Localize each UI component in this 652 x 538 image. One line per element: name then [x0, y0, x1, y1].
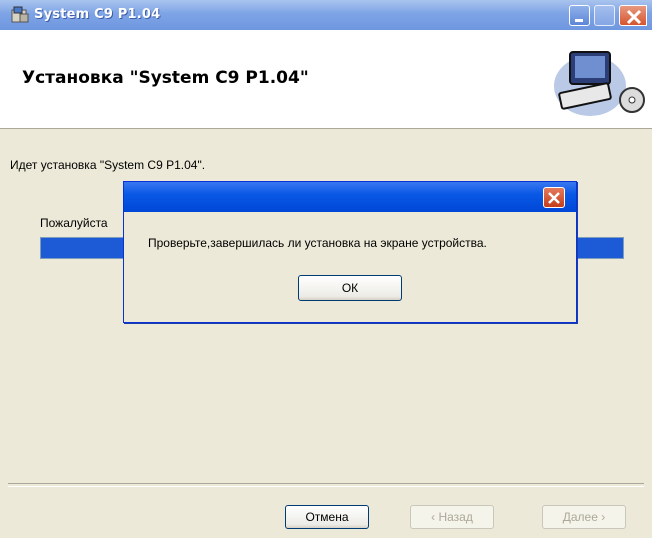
window-close-button[interactable]	[619, 5, 647, 26]
button-separator	[8, 483, 644, 487]
dialog-message: Проверьте,завершилась ли установка на эк…	[148, 236, 487, 250]
maximize-button	[594, 5, 615, 26]
close-icon	[626, 9, 642, 25]
header-banner: Установка "System C9 P1.04"	[0, 30, 652, 129]
installer-app-icon	[10, 6, 30, 24]
dialog-close-button[interactable]	[543, 187, 565, 208]
window-title: System C9 P1.04	[34, 7, 161, 22]
ok-button[interactable]: ОК	[298, 275, 402, 301]
close-icon	[548, 192, 560, 204]
computer-setup-icon	[554, 51, 645, 116]
install-status-text: Идет установка "System C9 P1.04".	[10, 158, 206, 172]
minimize-button[interactable]	[569, 5, 590, 26]
window-titlebar[interactable]: System C9 P1.04	[0, 0, 652, 30]
please-wait-label: Пожалуйста	[40, 216, 108, 230]
cancel-button[interactable]: Отмена	[285, 505, 369, 529]
confirmation-dialog: Проверьте,завершилась ли установка на эк…	[123, 181, 577, 323]
dialog-titlebar[interactable]	[124, 182, 576, 212]
minimize-icon	[575, 19, 583, 22]
back-button[interactable]: ‹ Назад	[410, 505, 494, 529]
next-button[interactable]: Далее ›	[542, 505, 626, 529]
banner-title: Установка "System C9 P1.04"	[22, 68, 309, 88]
